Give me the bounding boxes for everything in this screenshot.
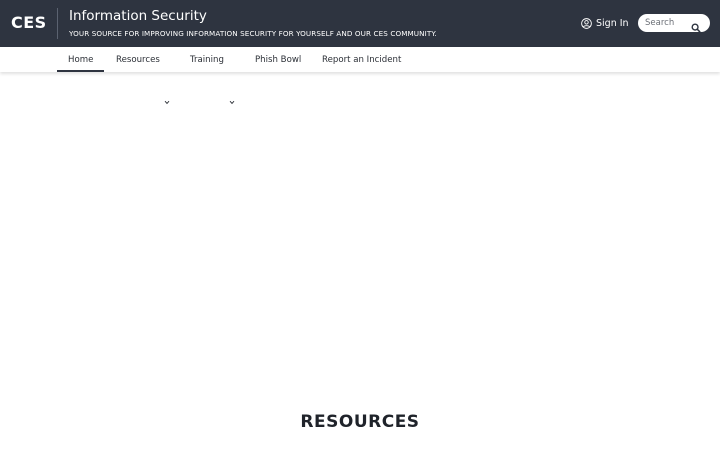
site-subtitle: YOUR SOURCE FOR IMPROVING INFORMATION SE… [69,29,437,38]
sign-in-button[interactable]: Sign In [581,16,629,30]
nav-item-training[interactable]: Training [190,47,224,72]
nav-item-report-incident[interactable]: Report an Incident [322,47,401,72]
sign-in-label: Sign In [596,17,629,29]
nav-item-label: Resources [116,54,160,65]
nav-item-label: Home [68,54,94,65]
nav-item-label: Phish Bowl [255,54,302,65]
chevron-down-icon[interactable] [164,99,170,107]
user-icon [581,17,592,29]
nav-item-resources[interactable]: Resources [116,47,160,72]
site-title[interactable]: Information Security [69,8,207,24]
main-nav: Home Resources Training Phish Bowl Repor… [0,47,720,105]
site-logo[interactable]: CES [11,13,47,32]
logo-divider [57,8,58,39]
nav-item-home[interactable]: Home [57,47,105,72]
search-box [638,14,710,33]
resources-heading: RESOURCES [300,412,420,432]
nav-item-label: Report an Incident [322,54,402,65]
nav-item-label: Training [190,54,224,65]
chevron-down-icon[interactable] [229,99,235,107]
nav-item-phish-bowl[interactable]: Phish Bowl [255,47,301,72]
search-input[interactable] [645,18,691,28]
search-icon[interactable] [691,18,701,37]
site-header: CES Information Security YOUR SOURCE FOR… [0,0,720,47]
